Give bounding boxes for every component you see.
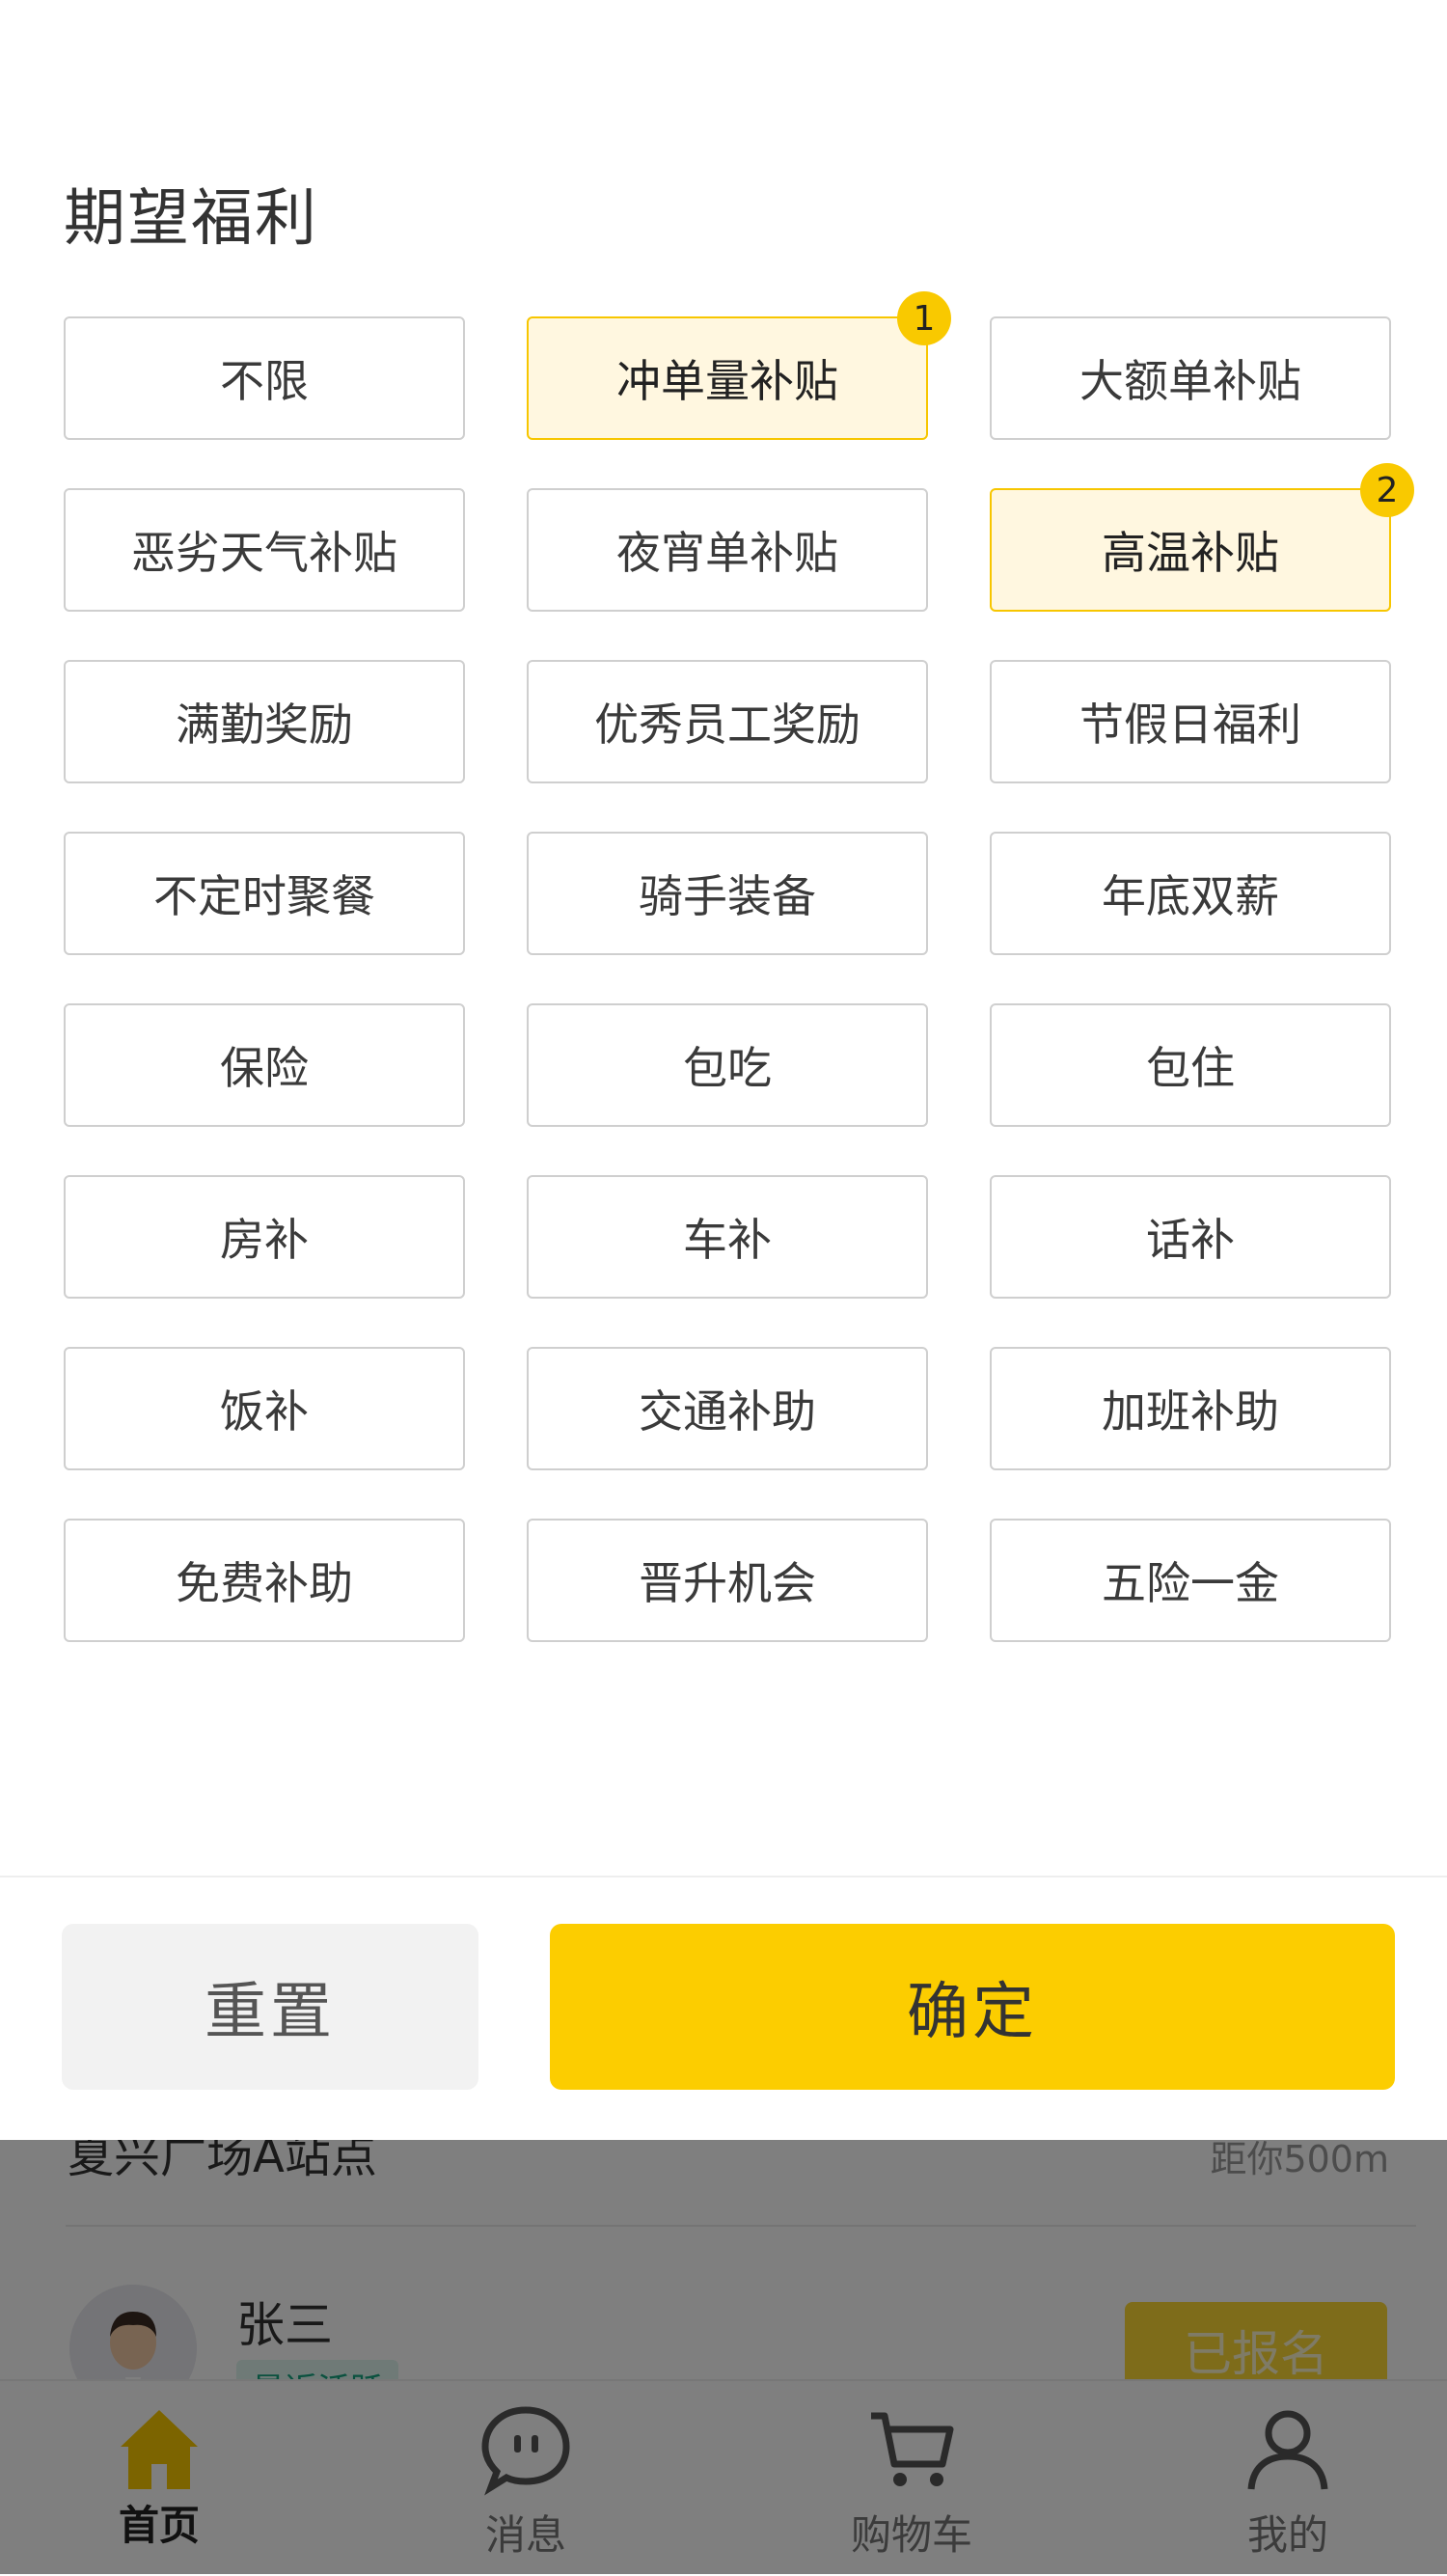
benefit-option[interactable]: 车补 (527, 1175, 928, 1299)
benefit-option[interactable]: 包住 (990, 1003, 1391, 1127)
benefit-option[interactable]: 冲单量补贴 1 (527, 291, 951, 440)
benefit-option-label: 车补 (683, 1214, 772, 1266)
benefit-option-label: 话补 (1146, 1214, 1235, 1266)
benefit-option-label: 满勤奖励 (176, 699, 353, 751)
benefit-option[interactable]: 房补 (64, 1175, 465, 1299)
benefit-option-label: 不限 (220, 355, 309, 407)
benefit-option-label: 交通补助 (639, 1385, 816, 1438)
benefit-option[interactable]: 五险一金 (990, 1519, 1391, 1642)
benefit-option-label: 高温补贴 (1102, 527, 1279, 579)
benefit-option-label: 大额单补贴 (1079, 355, 1301, 407)
benefit-option[interactable]: 满勤奖励 (64, 660, 465, 783)
benefit-option-label: 包住 (1146, 1042, 1235, 1094)
benefit-option[interactable]: 晋升机会 (527, 1519, 928, 1642)
benefit-option-label: 夜宵单补贴 (616, 527, 838, 579)
benefit-option[interactable]: 年底双薪 (990, 832, 1391, 955)
reset-button[interactable]: 重置 (62, 1924, 478, 2090)
benefit-option-label: 年底双薪 (1102, 870, 1279, 922)
benefit-option-label: 加班补助 (1102, 1385, 1279, 1438)
confirm-button[interactable]: 确定 (550, 1924, 1395, 2090)
benefit-option[interactable]: 不限 (64, 316, 465, 440)
benefit-option[interactable]: 恶劣天气补贴 (64, 488, 465, 612)
selection-order-badge: 2 (1360, 463, 1414, 517)
benefit-option[interactable]: 保险 (64, 1003, 465, 1127)
benefit-option-label: 骑手装备 (639, 870, 816, 922)
benefit-option[interactable]: 高温补贴 2 (990, 463, 1414, 612)
benefit-option[interactable]: 不定时聚餐 (64, 832, 465, 955)
benefit-option-label: 优秀员工奖励 (594, 699, 860, 751)
benefit-option-label: 五险一金 (1102, 1557, 1279, 1609)
benefits-filter-sheet: 期望福利 不限 冲单量补贴 1 大额单补贴恶劣天气补贴 夜宵单补贴 高温补贴 2 满勤奖励 优秀… (0, 0, 1447, 2140)
benefit-option[interactable]: 夜宵单补贴 (527, 488, 928, 612)
benefit-option-label: 恶劣天气补贴 (131, 527, 397, 579)
selection-order-badge: 1 (897, 291, 951, 345)
benefit-option[interactable]: 大额单补贴 (990, 316, 1391, 440)
benefit-option-label: 房补 (220, 1214, 309, 1266)
benefit-option-label: 节假日福利 (1079, 699, 1301, 751)
benefit-option[interactable]: 饭补 (64, 1347, 465, 1470)
benefit-option[interactable]: 加班补助 (990, 1347, 1391, 1470)
benefit-option-label: 保险 (220, 1042, 309, 1094)
benefit-option-label: 冲单量补贴 (616, 355, 838, 407)
benefit-option[interactable]: 话补 (990, 1175, 1391, 1299)
benefit-option[interactable]: 骑手装备 (527, 832, 928, 955)
benefit-option[interactable]: 交通补助 (527, 1347, 928, 1470)
benefit-option-label: 免费补助 (176, 1557, 353, 1609)
sheet-divider (0, 1876, 1447, 1877)
benefit-option[interactable]: 节假日福利 (990, 660, 1391, 783)
benefit-option-label: 包吃 (683, 1042, 772, 1094)
benefit-option-label: 饭补 (220, 1385, 309, 1438)
benefit-option-label: 不定时聚餐 (153, 870, 375, 922)
benefit-option-label: 晋升机会 (639, 1557, 816, 1609)
sheet-title: 期望福利 (64, 183, 318, 255)
benefit-option[interactable]: 包吃 (527, 1003, 928, 1127)
benefit-option[interactable]: 免费补助 (64, 1519, 465, 1642)
benefit-option[interactable]: 优秀员工奖励 (527, 660, 928, 783)
